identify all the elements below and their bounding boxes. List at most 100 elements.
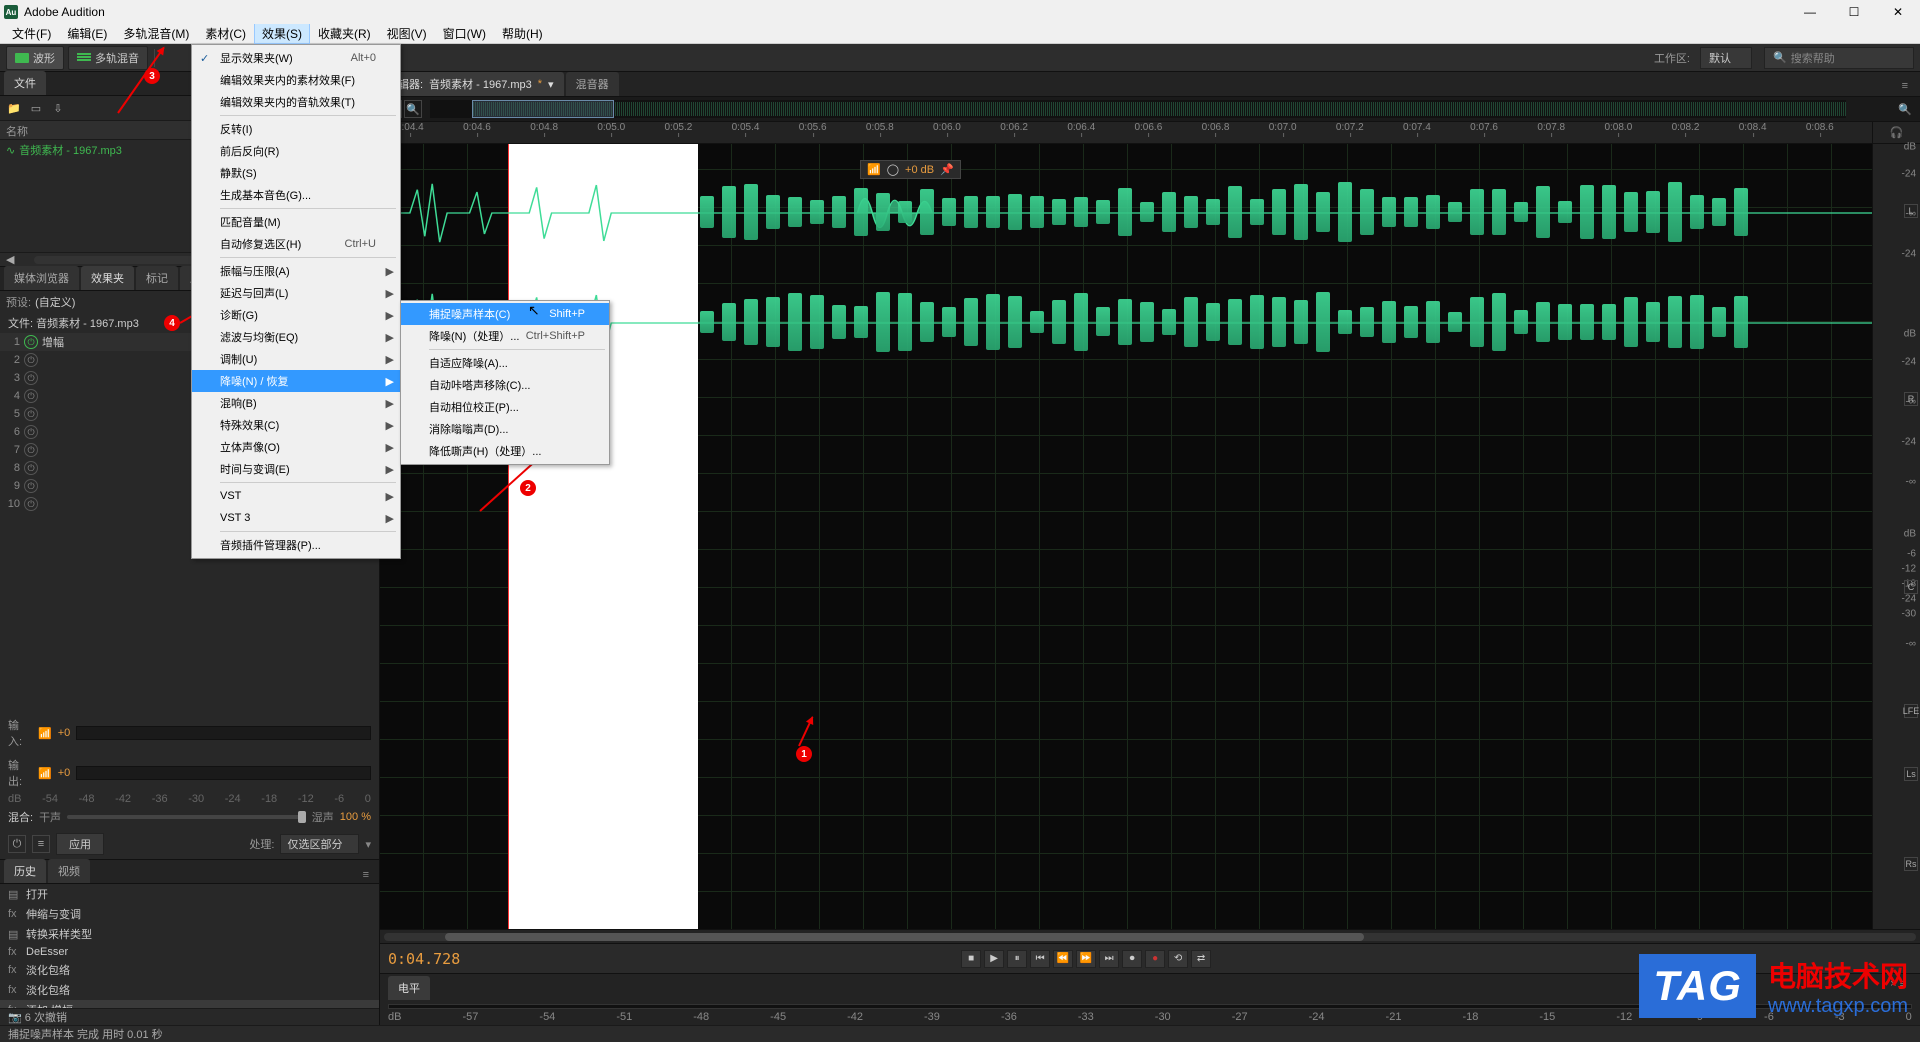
- transport-button-2[interactable]: ⏸: [1007, 950, 1027, 968]
- effect-power-icon[interactable]: ⏻: [24, 407, 38, 421]
- history-item[interactable]: ▤转换采样类型: [0, 924, 379, 944]
- menu-item[interactable]: 延迟与回声(L)▶: [192, 282, 400, 304]
- overview-zoom-icon[interactable]: 🔍: [404, 100, 422, 118]
- history-tab-0[interactable]: 历史: [4, 859, 46, 883]
- tab-files[interactable]: 文件: [4, 71, 46, 95]
- apply-button[interactable]: 应用: [56, 833, 104, 855]
- effect-power-icon[interactable]: ⏻: [24, 353, 38, 367]
- power-toggle-icon[interactable]: ⏻: [8, 835, 26, 853]
- menu-item-4[interactable]: 效果(S): [254, 23, 310, 44]
- history-item[interactable]: fx伸缩与变调: [0, 904, 379, 924]
- menu-item[interactable]: 调制(U)▶: [192, 348, 400, 370]
- overview-viewport[interactable]: [472, 100, 614, 118]
- timeline-ruler[interactable]: 0:04.40:04.60:04.80:05.00:05.20:05.40:05…: [380, 122, 1920, 144]
- history-item[interactable]: fx淡化包络: [0, 980, 379, 1000]
- mode-waveform-button[interactable]: 波形: [6, 46, 64, 70]
- mode-multitrack-button[interactable]: 多轨混音: [68, 46, 148, 70]
- effect-power-icon[interactable]: ⏻: [24, 479, 38, 493]
- mix-slider[interactable]: [67, 815, 306, 819]
- menu-item[interactable]: 生成基本音色(G)...: [192, 184, 400, 206]
- menu-item[interactable]: 时间与变调(E)▶: [192, 458, 400, 480]
- channel-badge-Rs[interactable]: Rs: [1904, 857, 1918, 871]
- menu-item[interactable]: 编辑效果夹内的音轨效果(T): [192, 91, 400, 113]
- mix-value[interactable]: 100 %: [340, 811, 371, 823]
- submenu-item[interactable]: 自动咔嗒声移除(C)...: [401, 374, 609, 396]
- menu-item-1[interactable]: 编辑(E): [59, 23, 115, 44]
- transport-button-4[interactable]: ⏪: [1053, 950, 1073, 968]
- transport-button-5[interactable]: ⏩: [1076, 950, 1096, 968]
- bypass-toggle-icon[interactable]: ≡: [32, 835, 50, 853]
- menu-item[interactable]: 静默(S): [192, 162, 400, 184]
- history-item[interactable]: fxDeEsser: [0, 944, 379, 960]
- submenu-item[interactable]: 降低嘶声(H)（处理）...: [401, 440, 609, 462]
- channel-badge-Ls[interactable]: Ls: [1904, 767, 1918, 781]
- workspace-dropdown[interactable]: 默认: [1700, 47, 1752, 69]
- menu-item[interactable]: 滤波与均衡(EQ)▶: [192, 326, 400, 348]
- tab-dropdown-icon[interactable]: ▾: [548, 78, 554, 91]
- submenu-item[interactable]: 捕捉噪声样本(C)Shift+P: [401, 303, 609, 325]
- menu-item-6[interactable]: 视图(V): [379, 23, 435, 44]
- process-scope-dropdown[interactable]: 仅选区部分: [280, 834, 359, 854]
- effects-tab-1[interactable]: 效果夹: [81, 266, 134, 290]
- channel-badge-LFE[interactable]: LFE: [1904, 704, 1918, 718]
- transport-button-10[interactable]: ⇄: [1191, 950, 1211, 968]
- menu-item[interactable]: 振幅与压限(A)▶: [192, 260, 400, 282]
- output-gain-value[interactable]: +0: [58, 767, 71, 779]
- effects-tab-2[interactable]: 标记: [136, 266, 178, 290]
- search-help-input[interactable]: 🔍 搜索帮助: [1764, 47, 1914, 69]
- timecode-display[interactable]: 0:04.728: [388, 950, 460, 968]
- gain-hud[interactable]: 📶 ◯ +0 dB 📌: [860, 160, 961, 179]
- submenu-item[interactable]: 自动相位校正(P)...: [401, 396, 609, 418]
- transport-button-6[interactable]: ⏭: [1099, 950, 1119, 968]
- menu-item-2[interactable]: 多轨混音(M): [115, 23, 197, 44]
- menu-item-3[interactable]: 素材(C): [197, 23, 254, 44]
- menu-item[interactable]: 前后反向(R): [192, 140, 400, 162]
- effects-tab-0[interactable]: 媒体浏览器: [4, 266, 79, 290]
- transport-button-3[interactable]: ⏮: [1030, 950, 1050, 968]
- window-maximize-button[interactable]: ☐: [1832, 0, 1876, 24]
- editor-h-scrollbar[interactable]: [384, 933, 1916, 941]
- transport-button-7[interactable]: ⏺: [1122, 950, 1142, 968]
- menu-item[interactable]: ✓显示效果夹(W)Alt+0: [192, 47, 400, 69]
- zoom-fit-icon[interactable]: 🔍: [1894, 103, 1916, 116]
- menu-item[interactable]: VST 3▶: [192, 507, 400, 529]
- effect-power-icon[interactable]: ⏻: [24, 443, 38, 457]
- menu-item[interactable]: 混响(B)▶: [192, 392, 400, 414]
- transport-button-0[interactable]: ■: [961, 950, 981, 968]
- effect-power-icon[interactable]: ⏻: [24, 389, 38, 403]
- tab-editor[interactable]: 辑器: 音频素材 - 1967.mp3 * ▾: [388, 72, 564, 96]
- history-item[interactable]: fx淡化包络: [0, 960, 379, 980]
- menu-item[interactable]: 编辑效果夹内的素材效果(F): [192, 69, 400, 91]
- scroll-left-icon[interactable]: ◀: [0, 253, 20, 266]
- window-close-button[interactable]: ✕: [1876, 0, 1920, 24]
- menu-item-0[interactable]: 文件(F): [4, 23, 59, 44]
- waveform-editor[interactable]: 📶 ◯ +0 dB 📌: [380, 144, 1872, 929]
- channel-badge-L[interactable]: L: [1904, 204, 1918, 218]
- menu-item[interactable]: 立体声像(O)▶: [192, 436, 400, 458]
- selection-region[interactable]: [508, 144, 698, 929]
- overview-waveform[interactable]: [430, 100, 1846, 118]
- timeline-headphone-icon[interactable]: 🎧: [1872, 122, 1920, 143]
- menu-item[interactable]: 诊断(G)▶: [192, 304, 400, 326]
- menu-item[interactable]: 匹配音量(M): [192, 211, 400, 233]
- channel-badge-R[interactable]: R: [1904, 392, 1918, 406]
- menu-item-7[interactable]: 窗口(W): [435, 23, 494, 44]
- transport-button-9[interactable]: ⟲: [1168, 950, 1188, 968]
- submenu-item[interactable]: 消除嗡嗡声(D)...: [401, 418, 609, 440]
- effect-power-icon[interactable]: ⏻: [24, 371, 38, 385]
- open-file-icon[interactable]: 📁: [6, 100, 22, 116]
- effect-power-icon[interactable]: ⏻: [24, 497, 38, 511]
- new-file-icon[interactable]: ▭: [28, 100, 44, 116]
- menu-item[interactable]: 降噪(N) / 恢复▶: [192, 370, 400, 392]
- tab-levels[interactable]: 电平: [388, 976, 430, 1000]
- menu-item[interactable]: VST▶: [192, 485, 400, 507]
- menu-item[interactable]: 音频插件管理器(P)...: [192, 534, 400, 556]
- tab-mixer[interactable]: 混音器: [566, 72, 619, 96]
- transport-button-8[interactable]: ●: [1145, 950, 1165, 968]
- import-icon[interactable]: ⇩: [50, 100, 66, 116]
- effect-power-icon[interactable]: ⏻: [24, 461, 38, 475]
- effect-power-icon[interactable]: ⏻: [24, 335, 38, 349]
- history-panel-menu-icon[interactable]: ≡: [357, 867, 375, 883]
- effect-power-icon[interactable]: ⏻: [24, 425, 38, 439]
- transport-button-1[interactable]: ▶: [984, 950, 1004, 968]
